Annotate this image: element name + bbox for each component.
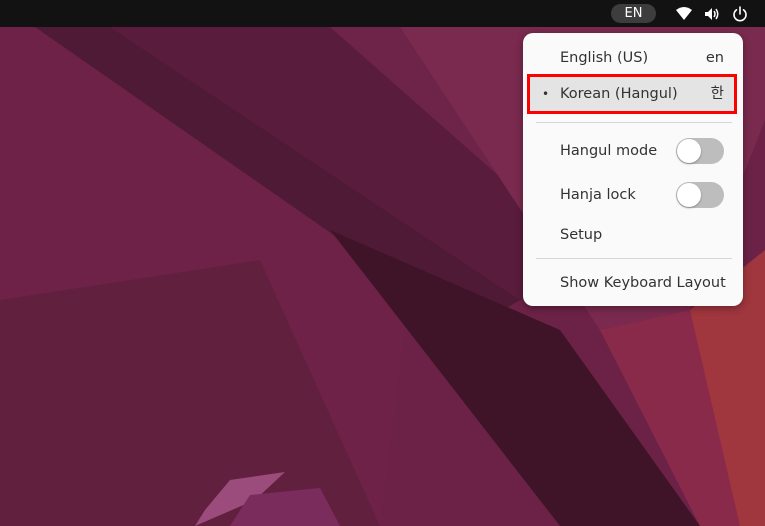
menu-item-label: Show Keyboard Layout <box>560 275 726 291</box>
volume-icon[interactable] <box>703 5 721 23</box>
menu-separator <box>536 258 732 259</box>
menu-item-setup[interactable]: Setup <box>529 217 737 253</box>
menu-item-label: Hanja lock <box>560 187 636 203</box>
menu-separator <box>536 122 732 123</box>
input-source-indicator[interactable]: EN <box>611 4 656 23</box>
wifi-icon[interactable] <box>675 5 693 23</box>
toggle-knob <box>677 183 701 207</box>
menu-item-hangul-mode[interactable]: Hangul mode <box>529 133 737 169</box>
menu-item-english-us[interactable]: English (US) en <box>529 40 737 76</box>
toggle-knob <box>677 139 701 163</box>
hanja-lock-toggle[interactable] <box>676 182 724 208</box>
top-bar: EN <box>0 0 765 27</box>
menu-item-hanja-lock[interactable]: Hanja lock <box>529 177 737 213</box>
menu-item-show-keyboard-layout[interactable]: Show Keyboard Layout <box>529 265 737 301</box>
menu-item-label: Setup <box>560 227 603 243</box>
menu-item-short: en <box>705 50 724 66</box>
menu-item-label: English (US) <box>560 50 649 66</box>
hangul-mode-toggle[interactable] <box>676 138 724 164</box>
power-icon[interactable] <box>731 5 749 23</box>
highlight-box <box>527 74 737 114</box>
menu-item-label: Hangul mode <box>560 143 658 159</box>
